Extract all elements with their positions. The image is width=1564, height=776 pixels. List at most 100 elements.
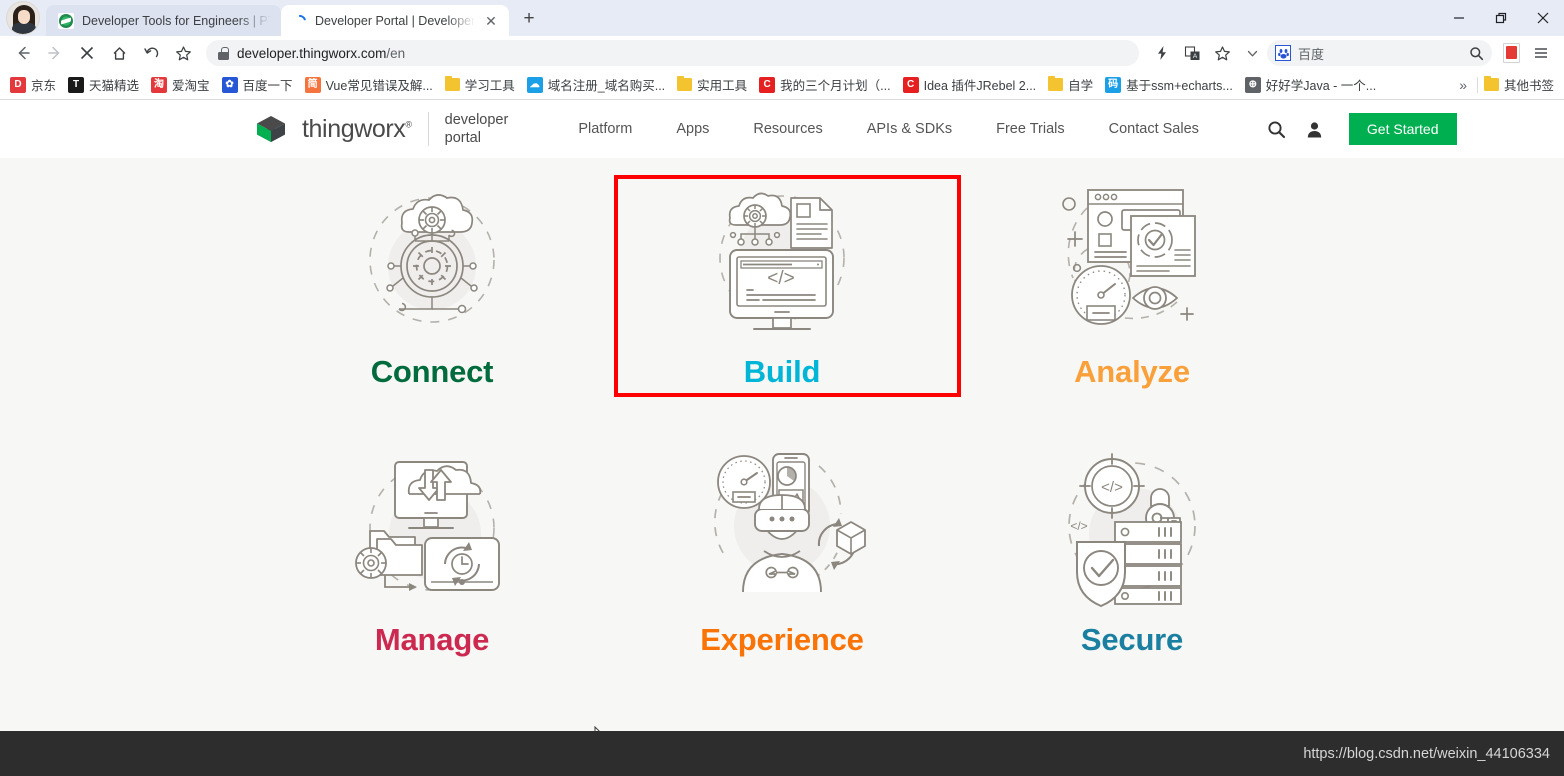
bookmark-item[interactable]: D 京东 <box>4 72 62 97</box>
lock-icon <box>218 46 229 60</box>
nav-link-resources[interactable]: Resources <box>731 121 844 137</box>
close-window-button[interactable] <box>1522 2 1564 34</box>
bookmark-item[interactable]: 淘爱淘宝 <box>145 72 216 97</box>
bookmark-item[interactable]: C Idea 插件JRebel 2... <box>897 72 1043 97</box>
nav-link-platform[interactable]: Platform <box>556 121 654 137</box>
user-account-icon[interactable] <box>1299 113 1331 145</box>
new-tab-button[interactable]: + <box>515 5 543 33</box>
nav-link-apis-sdks[interactable]: APIs & SDKs <box>845 121 974 137</box>
status-bar: https://blog.csdn.net/weixin_44106334 <box>0 731 1564 776</box>
browser-window: Developer Tools for Engineers | PT Devel… <box>0 0 1564 776</box>
browser-title-bar: Developer Tools for Engineers | PT Devel… <box>0 0 1564 36</box>
pdf-icon[interactable] <box>1496 39 1526 67</box>
svg-text:</>: </> <box>1070 519 1087 533</box>
nav-divider <box>427 112 429 146</box>
bookmark-label: Idea 插件JRebel 2... <box>923 79 1037 93</box>
analyze-illustration-icon <box>1047 178 1217 340</box>
mouse-cursor <box>594 725 608 731</box>
avatar <box>6 1 40 35</box>
bookmark-item[interactable]: 自学 <box>1042 72 1099 97</box>
thingworx-favicon-icon <box>58 12 74 29</box>
nav-link-contact-sales[interactable]: Contact Sales <box>1087 121 1221 137</box>
minimize-button[interactable] <box>1438 2 1480 34</box>
bookmark-item[interactable]: 简 Vue常见错误及解... <box>299 72 439 97</box>
reload-icon[interactable] <box>136 39 166 67</box>
card-analyze[interactable]: Analyze <box>957 164 1307 432</box>
card-build[interactable]: </> Build <box>607 164 961 432</box>
home-icon[interactable] <box>104 39 134 67</box>
manage-illustration-icon <box>347 446 517 608</box>
folder-icon <box>1048 75 1064 91</box>
bookmark-label: 百度一下 <box>242 79 293 93</box>
bookmark-item[interactable]: ✿ 百度一下 <box>216 72 299 97</box>
bookmark-item[interactable]: T 天猫精选 <box>62 72 145 97</box>
chevron-down-icon[interactable] <box>1237 39 1267 67</box>
browser-toolbar: developer.thingworx.com/en A 百度 <box>0 36 1564 70</box>
bookmark-item[interactable]: 学习工具 <box>439 72 521 97</box>
tab-title: Developer Portal | Developer P <box>315 13 475 28</box>
card-experience[interactable]: Experience <box>607 432 957 700</box>
card-label-secure: Secure <box>1080 622 1184 657</box>
baidu-search-box[interactable]: 百度 <box>1267 40 1492 66</box>
bookmark-label: 天猫精选 <box>89 79 140 93</box>
search-icon[interactable] <box>1469 46 1484 61</box>
site-search-icon[interactable] <box>1261 113 1293 145</box>
bookmark-favicon-icon: C <box>759 76 776 93</box>
translate-icon[interactable]: A <box>1177 39 1207 67</box>
bookmark-item[interactable]: 实用工具 <box>671 72 753 97</box>
close-tab-icon[interactable]: ✕ <box>483 13 499 29</box>
other-bookmarks-label: 其他书签 <box>1503 79 1554 93</box>
get-started-button[interactable]: Get Started <box>1348 113 1457 145</box>
nav-link-apps[interactable]: Apps <box>654 121 731 137</box>
bookmark-item[interactable]: ⊕ 好好学Java - 一个... <box>1239 72 1382 97</box>
bookmark-item[interactable]: 码基于ssm+echarts... <box>1099 72 1239 97</box>
bookmark-label: 学习工具 <box>464 79 515 93</box>
svg-text:</>: </> <box>767 268 794 289</box>
card-manage[interactable]: Manage <box>257 432 607 700</box>
toolbar-right-cluster: A 百度 <box>1147 39 1556 67</box>
profile-avatar-button[interactable] <box>0 0 46 36</box>
baidu-icon <box>1275 45 1291 61</box>
forward-arrow-icon[interactable] <box>40 39 70 67</box>
svg-text:A: A <box>1192 53 1197 60</box>
card-connect[interactable]: Connect <box>257 164 607 432</box>
star-icon[interactable] <box>168 39 198 67</box>
site-logo[interactable]: thingworx® <box>254 114 412 144</box>
bookmark-favicon-icon: ⊕ <box>1244 76 1261 93</box>
card-label-build: Build <box>743 354 821 389</box>
bookmark-favicon-icon: C <box>902 76 919 93</box>
avatar-body <box>12 23 36 34</box>
bookmark-item[interactable]: C 我的三个月计划（... <box>753 72 896 97</box>
baidu-search-label: 百度 <box>1298 46 1325 62</box>
card-label-analyze: Analyze <box>1074 354 1190 389</box>
nav-link-free-trials[interactable]: Free Trials <box>974 121 1087 137</box>
back-arrow-icon[interactable] <box>8 39 38 67</box>
folder-icon <box>1483 75 1499 91</box>
page-content: thingworx® developer portal Platform Apps… <box>0 100 1564 731</box>
bookmarks-overflow-button[interactable]: » <box>1449 77 1477 93</box>
maximize-button[interactable] <box>1480 2 1522 34</box>
folder-icon <box>444 75 460 91</box>
address-bar[interactable]: developer.thingworx.com/en <box>206 40 1139 66</box>
hamburger-menu-icon[interactable] <box>1526 39 1556 67</box>
bookmark-item[interactable]: ☁ 域名注册_域名购买... <box>521 72 671 97</box>
browser-tab-1[interactable]: Developer Tools for Engineers | PT <box>46 5 281 36</box>
other-bookmarks-folder[interactable]: 其他书签 <box>1478 72 1560 97</box>
dev-portal-line2: portal <box>444 130 481 146</box>
card-label-manage: Manage <box>374 622 490 657</box>
bookmark-favicon-icon: T <box>68 76 85 93</box>
bookmark-favicon-icon: 淘 <box>151 76 168 93</box>
loading-spinner-icon <box>293 14 307 28</box>
lightning-icon[interactable] <box>1147 39 1177 67</box>
bookmark-label: 爱淘宝 <box>172 79 210 93</box>
thingworx-logo-icon <box>254 114 288 144</box>
bookmark-favicon-icon: 码 <box>1105 76 1122 93</box>
card-secure[interactable]: </> </> Secure <box>957 432 1307 700</box>
bookmark-label: 京东 <box>31 79 57 93</box>
browser-tab-2[interactable]: Developer Portal | Developer P ✕ <box>281 5 509 36</box>
star-outline-icon[interactable] <box>1207 39 1237 67</box>
nav-tools: Get Started <box>1261 113 1457 145</box>
window-controls <box>1438 0 1564 36</box>
bookmarks-bar: D 京东 T 天猫精选淘爱淘宝 ✿ 百度一下简 Vue常见错误及解... 学习工具 ☁ 域名注册_… <box>0 70 1564 100</box>
stop-close-icon[interactable] <box>72 39 102 67</box>
